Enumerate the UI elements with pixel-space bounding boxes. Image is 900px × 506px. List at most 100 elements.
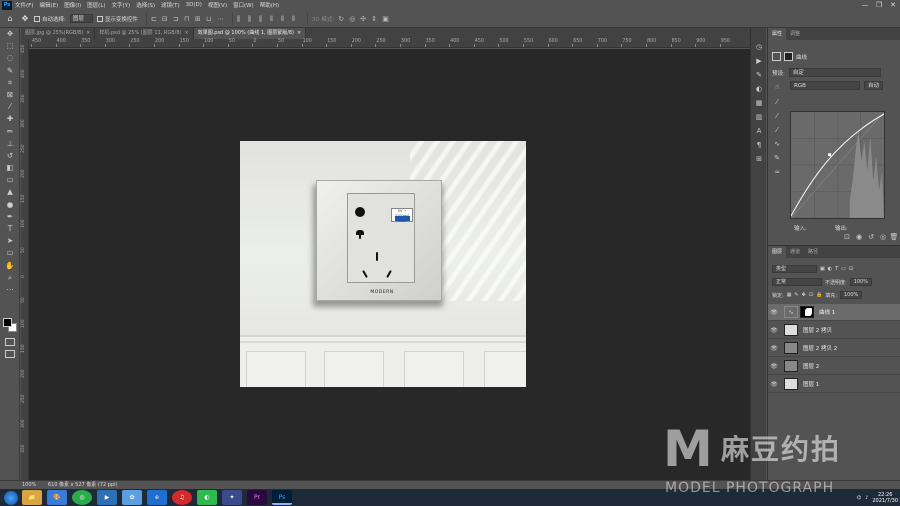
- path-select-tool-icon[interactable]: ➤: [0, 235, 20, 247]
- move-tool-icon[interactable]: ✥: [19, 13, 31, 25]
- menu-image[interactable]: 图像(I): [64, 1, 81, 9]
- tab-paths[interactable]: 路径: [804, 246, 822, 258]
- 3d-slide-icon[interactable]: ⇕: [371, 15, 378, 23]
- home-icon[interactable]: ⌂: [4, 13, 16, 25]
- layer-row[interactable]: 👁 图层 2 拷贝: [768, 322, 900, 339]
- crop-tool-icon[interactable]: ⌗: [0, 77, 20, 89]
- color-panel-icon[interactable]: ◐: [751, 82, 767, 96]
- layer-row[interactable]: 👁 图层 2 拷贝 2: [768, 340, 900, 357]
- more-options-icon[interactable]: ⋯: [217, 15, 224, 23]
- actions-panel-icon[interactable]: ▶: [751, 54, 767, 68]
- distribute-vcenter-icon[interactable]: ⫼: [248, 15, 255, 23]
- close-button[interactable]: ✕: [886, 0, 900, 10]
- black-point-eyedropper-icon[interactable]: ⁄: [770, 96, 784, 108]
- gradients-panel-icon[interactable]: ▥: [751, 110, 767, 124]
- taskbar-app-c4d[interactable]: ✦: [222, 490, 242, 505]
- delete-icon[interactable]: 🗑: [889, 232, 899, 242]
- taskbar-app-wechat[interactable]: ◐: [197, 490, 217, 505]
- gradient-tool-icon[interactable]: ▭: [0, 174, 20, 186]
- clip-to-layer-icon[interactable]: ⊡: [842, 232, 852, 242]
- 3d-drag-icon[interactable]: ✣: [360, 15, 367, 23]
- tab-document-2[interactable]: 样机.psd @ 25% (图层 11, RGB/8) ×: [95, 28, 194, 39]
- healing-brush-tool-icon[interactable]: ✚: [0, 113, 20, 125]
- quick-mask-icon[interactable]: [5, 338, 15, 346]
- taskbar-app-photos[interactable]: ✿: [122, 490, 142, 505]
- align-hcenter-icon[interactable]: ⊟: [162, 15, 169, 23]
- type-tool-icon[interactable]: T: [0, 223, 20, 235]
- curve-point-icon[interactable]: ∿: [770, 138, 784, 150]
- eraser-tool-icon[interactable]: ◧: [0, 162, 20, 174]
- show-transform-checkbox[interactable]: [96, 15, 103, 22]
- lock-paint-icon[interactable]: ✎: [794, 292, 798, 298]
- auto-button[interactable]: 自动: [864, 81, 884, 90]
- move-tool-icon[interactable]: ✥: [0, 28, 20, 40]
- lock-all-icon[interactable]: 🔒: [816, 292, 822, 298]
- lock-artboard-icon[interactable]: ⊡: [809, 292, 813, 298]
- document-size[interactable]: 610 像素 x 527 像素 (72 ppi): [48, 482, 118, 488]
- swatches-panel-icon[interactable]: ▦: [751, 96, 767, 110]
- foreground-color-swatch[interactable]: [3, 318, 12, 327]
- curves-graph[interactable]: [790, 111, 885, 219]
- close-tab-icon[interactable]: ×: [297, 30, 301, 36]
- distribute-hcenter-icon[interactable]: ⫴: [281, 15, 288, 23]
- tab-adjustments[interactable]: 调整: [786, 28, 804, 40]
- layer-name[interactable]: 图层 2 拷贝: [803, 326, 832, 334]
- menu-edit[interactable]: 编辑(E): [39, 1, 58, 9]
- history-brush-tool-icon[interactable]: ↺: [0, 150, 20, 162]
- menu-help[interactable]: 帮助(H): [260, 1, 279, 9]
- view-previous-icon[interactable]: ◉: [854, 232, 864, 242]
- channel-dropdown[interactable]: RGB: [790, 81, 860, 90]
- menu-layer[interactable]: 图层(L): [87, 1, 105, 9]
- filter-shape-icon[interactable]: ▭: [841, 266, 846, 272]
- auto-select-dropdown[interactable]: 图层: [69, 14, 93, 23]
- frame-tool-icon[interactable]: ⊠: [0, 89, 20, 101]
- brushes-panel-icon[interactable]: ✎: [751, 68, 767, 82]
- brush-tool-icon[interactable]: ✏: [0, 126, 20, 138]
- glyphs-panel-icon[interactable]: ⊞: [751, 152, 767, 166]
- opacity-input[interactable]: 100%: [849, 278, 872, 286]
- layer-row[interactable]: 👁 图层 1: [768, 376, 900, 393]
- preset-dropdown[interactable]: 自定: [788, 68, 881, 77]
- pencil-curve-icon[interactable]: ✎: [770, 152, 784, 164]
- menu-window[interactable]: 窗口(W): [233, 1, 254, 9]
- filter-smart-icon[interactable]: ⊡: [849, 266, 853, 272]
- tab-layers[interactable]: 图层: [768, 246, 787, 258]
- distribute-right-icon[interactable]: ⫴: [292, 15, 299, 23]
- taskbar-app-music[interactable]: ♫: [172, 490, 192, 505]
- layer-name[interactable]: 图层 2: [803, 362, 819, 370]
- tab-properties[interactable]: 属性: [768, 28, 787, 40]
- auto-select-checkbox[interactable]: [34, 15, 40, 22]
- taskbar-app-paint[interactable]: 🎨: [47, 490, 67, 505]
- filter-adjust-icon[interactable]: ◐: [828, 266, 832, 272]
- quick-select-tool-icon[interactable]: ✎: [0, 65, 20, 77]
- gray-point-eyedropper-icon[interactable]: ⁄: [770, 110, 784, 122]
- marquee-tool-icon[interactable]: ⬚: [0, 40, 20, 52]
- pen-tool-icon[interactable]: ✒: [0, 211, 20, 223]
- rectangle-tool-icon[interactable]: ▭: [0, 247, 20, 259]
- lock-position-icon[interactable]: ✥: [802, 292, 806, 298]
- layer-mask-thumbnail[interactable]: [800, 306, 814, 318]
- layer-row[interactable]: 👁 ∿ 曲线 1: [768, 304, 900, 321]
- fill-input[interactable]: 100%: [839, 291, 863, 299]
- menu-view[interactable]: 视图(V): [208, 1, 227, 9]
- align-left-icon[interactable]: ⊏: [151, 15, 158, 23]
- close-tab-icon[interactable]: ×: [184, 30, 188, 36]
- menu-filter[interactable]: 滤镜(T): [161, 1, 180, 9]
- visibility-icon[interactable]: ◎: [878, 232, 888, 242]
- dodge-tool-icon[interactable]: ●: [0, 199, 20, 211]
- taskbar-app-360[interactable]: ◎: [72, 490, 92, 505]
- tab-document-3[interactable]: 效果图.psd @ 100% (曲线 1, 图层蒙版/8) ×: [193, 28, 307, 39]
- paragraph-panel-icon[interactable]: ¶: [751, 138, 767, 152]
- character-panel-icon[interactable]: A: [751, 124, 767, 138]
- 3d-scale-icon[interactable]: ▣: [382, 15, 389, 23]
- eye-icon[interactable]: 👁: [768, 309, 780, 316]
- filter-type-icon[interactable]: T: [835, 266, 838, 272]
- menu-file[interactable]: 文件(F): [15, 1, 33, 9]
- layer-name[interactable]: 图层 1: [803, 380, 819, 388]
- align-bottom-icon[interactable]: ⊔: [206, 15, 213, 23]
- zoom-level[interactable]: 100%: [22, 482, 36, 488]
- history-panel-icon[interactable]: ◷: [751, 40, 767, 54]
- align-right-icon[interactable]: ⊐: [173, 15, 180, 23]
- layer-name[interactable]: 图层 2 拷贝 2: [803, 344, 837, 352]
- minimize-button[interactable]: —: [858, 0, 872, 10]
